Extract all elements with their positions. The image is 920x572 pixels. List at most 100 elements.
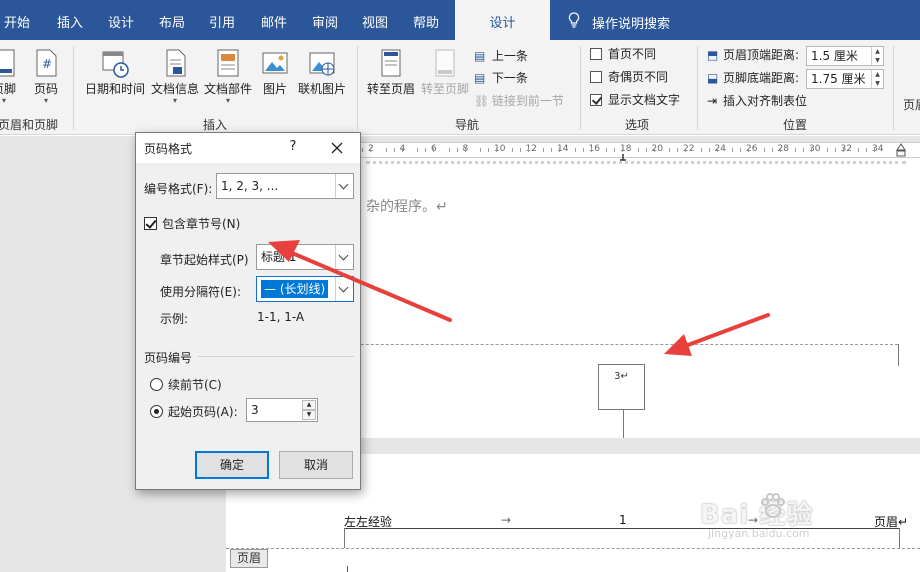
start-at-input[interactable]: 3 ▲ ▼: [246, 398, 318, 422]
tab-help[interactable]: 帮助: [413, 0, 439, 40]
ruler-tick: [803, 148, 805, 152]
ruler-ticks: 246810121416182022242628303234: [360, 143, 920, 157]
close-group-label: 页眉: [903, 98, 920, 112]
picture-button[interactable]: 图片: [260, 48, 290, 96]
ok-button[interactable]: 确定: [195, 451, 269, 479]
tab-design[interactable]: 设计: [108, 0, 134, 40]
group-label-header-footer: 页眉和页脚: [0, 118, 59, 132]
ruler-tick: [645, 148, 647, 152]
help-button[interactable]: ?: [286, 139, 300, 154]
different-first-page-checkbox[interactable]: 首页不同: [590, 44, 656, 64]
group-label-position: 位置: [783, 118, 808, 132]
horizontal-ruler[interactable]: 246810121416182022242628303234: [360, 142, 920, 158]
radio-icon: [150, 378, 163, 391]
online-picture-icon: [308, 48, 336, 78]
spin-up-icon[interactable]: ▲: [302, 400, 316, 410]
next-button[interactable]: ▤ 下一条: [474, 68, 528, 88]
document-info-button[interactable]: 文档信息 ▾: [150, 48, 200, 105]
ruler-tick: [496, 148, 498, 152]
ruler-tick: [653, 148, 655, 152]
page-number-field[interactable]: 3↵: [598, 364, 645, 410]
document-text-line-partial: [366, 158, 906, 172]
separator-select[interactable]: — (长划线): [256, 276, 354, 302]
document-parts-label: 文档部件: [203, 82, 252, 96]
tab-references[interactable]: 引用: [209, 0, 235, 40]
next-label: 下一条: [491, 71, 528, 85]
goto-footer-button[interactable]: 转至页脚: [420, 48, 470, 96]
close-icon: [331, 142, 343, 154]
ruler-tick: [551, 148, 553, 152]
header-top-label-text: 页眉顶端距离:: [723, 48, 800, 62]
ruler-tick: [834, 148, 836, 152]
document-parts-icon: [214, 48, 242, 78]
date-time-button[interactable]: 日期和时间: [84, 48, 146, 96]
tell-me-search[interactable]: 操作说明搜索: [568, 0, 670, 40]
show-document-text-checkbox[interactable]: 显示文档文字: [590, 90, 680, 110]
document-parts-button[interactable]: 文档部件 ▾: [203, 48, 253, 105]
header-top-distance-input[interactable]: 1.5 厘米 ▲ ▼: [806, 46, 884, 66]
tab-stop-marker-icon[interactable]: [619, 150, 627, 161]
chevron-down-icon: ▾: [43, 96, 48, 105]
number-format-select[interactable]: 1, 2, 3, ...: [216, 173, 354, 199]
footer-bottom-distance-input[interactable]: 1.75 厘米 ▲ ▼: [806, 69, 884, 89]
different-odd-even-checkbox[interactable]: 奇偶页不同: [590, 67, 668, 87]
ruler-tick: [708, 148, 710, 152]
tab-home[interactable]: 开始: [4, 0, 30, 40]
ruler-tick: [385, 148, 387, 152]
spin-down-icon[interactable]: ▼: [302, 410, 316, 420]
include-chapter-checkbox[interactable]: 包含章节号(N): [144, 215, 240, 232]
number-format-label: 编号格式(F):: [144, 182, 213, 196]
tab-insert[interactable]: 插入: [57, 0, 83, 40]
ribbon: 页脚 ▾ # 页码 ▾ 页眉和页脚 日期和时间 文档信息 ▾ 文档部件 ▾ 图片: [0, 40, 920, 135]
link-previous-button[interactable]: ⛓ 链接到前一节: [474, 91, 564, 111]
tab-header-footer-design[interactable]: 设计: [455, 0, 550, 40]
previous-button[interactable]: ▤ 上一条: [474, 46, 528, 66]
chevron-down-icon[interactable]: [335, 174, 353, 198]
group-label-insert: 插入: [203, 118, 228, 132]
cancel-button[interactable]: 取消: [279, 451, 353, 479]
chevron-down-icon[interactable]: [335, 277, 353, 301]
start-at-radio[interactable]: 起始页码(A):: [150, 403, 238, 420]
goto-header-button[interactable]: 转至页眉: [366, 48, 416, 96]
ruler-tick: [637, 148, 639, 152]
picture-icon: [261, 48, 289, 78]
margin-corner-mark: [898, 344, 899, 366]
ruler-tick: [811, 148, 813, 152]
dialog-titlebar[interactable]: 页码格式 ?: [136, 133, 360, 163]
tab-layout[interactable]: 布局: [159, 0, 185, 40]
chevron-down-icon[interactable]: [335, 245, 353, 269]
footer-icon: [0, 48, 18, 78]
header-top-value: 1.5 厘米: [811, 49, 858, 63]
chevron-down-icon: ▾: [1, 96, 6, 105]
spinner-arrows-icon[interactable]: ▲ ▼: [871, 47, 883, 65]
close-button[interactable]: [326, 137, 348, 159]
ruler-tick: [456, 148, 458, 152]
ruler-tick: [511, 148, 513, 152]
continue-from-previous-radio[interactable]: 续前节(C): [150, 376, 222, 393]
group-separator: [893, 46, 894, 130]
online-picture-button[interactable]: 联机图片: [297, 48, 347, 96]
header-center-text[interactable]: 1: [619, 513, 627, 527]
separator-value: — (长划线): [261, 280, 329, 298]
page-number-button[interactable]: # 页码 ▾: [30, 48, 62, 105]
margin-corner-mark: [899, 528, 900, 548]
chapter-style-select[interactable]: 标题 1: [256, 244, 354, 270]
tab-review[interactable]: 审阅: [312, 0, 338, 40]
page-number-format-dialog: 页码格式 ? 编号格式(F): 1, 2, 3, ... 包含章节号(N) 章节…: [135, 132, 361, 490]
insert-alignment-tab-label: 插入对齐制表位: [723, 94, 808, 108]
spinner-arrows[interactable]: ▲ ▼: [302, 400, 316, 420]
right-indent-marker-icon[interactable]: [896, 143, 906, 157]
chevron-down-icon: ▾: [225, 96, 230, 105]
tab-mailings[interactable]: 邮件: [261, 0, 287, 40]
ruler-tick: [425, 148, 427, 152]
continue-from-previous-label: 续前节(C): [168, 378, 222, 392]
group-separator: [357, 46, 358, 130]
document-info-icon: [161, 48, 189, 78]
group-label-navigation: 导航: [455, 118, 480, 132]
spinner-arrows-icon[interactable]: ▲ ▼: [871, 70, 883, 88]
insert-alignment-tab-button[interactable]: ⇥ 插入对齐制表位: [707, 91, 807, 111]
tab-view[interactable]: 视图: [362, 0, 388, 40]
header-boundary-dashed-line: [226, 548, 920, 549]
checkbox-checked-icon: [590, 94, 602, 106]
footer-button[interactable]: 页脚 ▾: [0, 48, 22, 105]
